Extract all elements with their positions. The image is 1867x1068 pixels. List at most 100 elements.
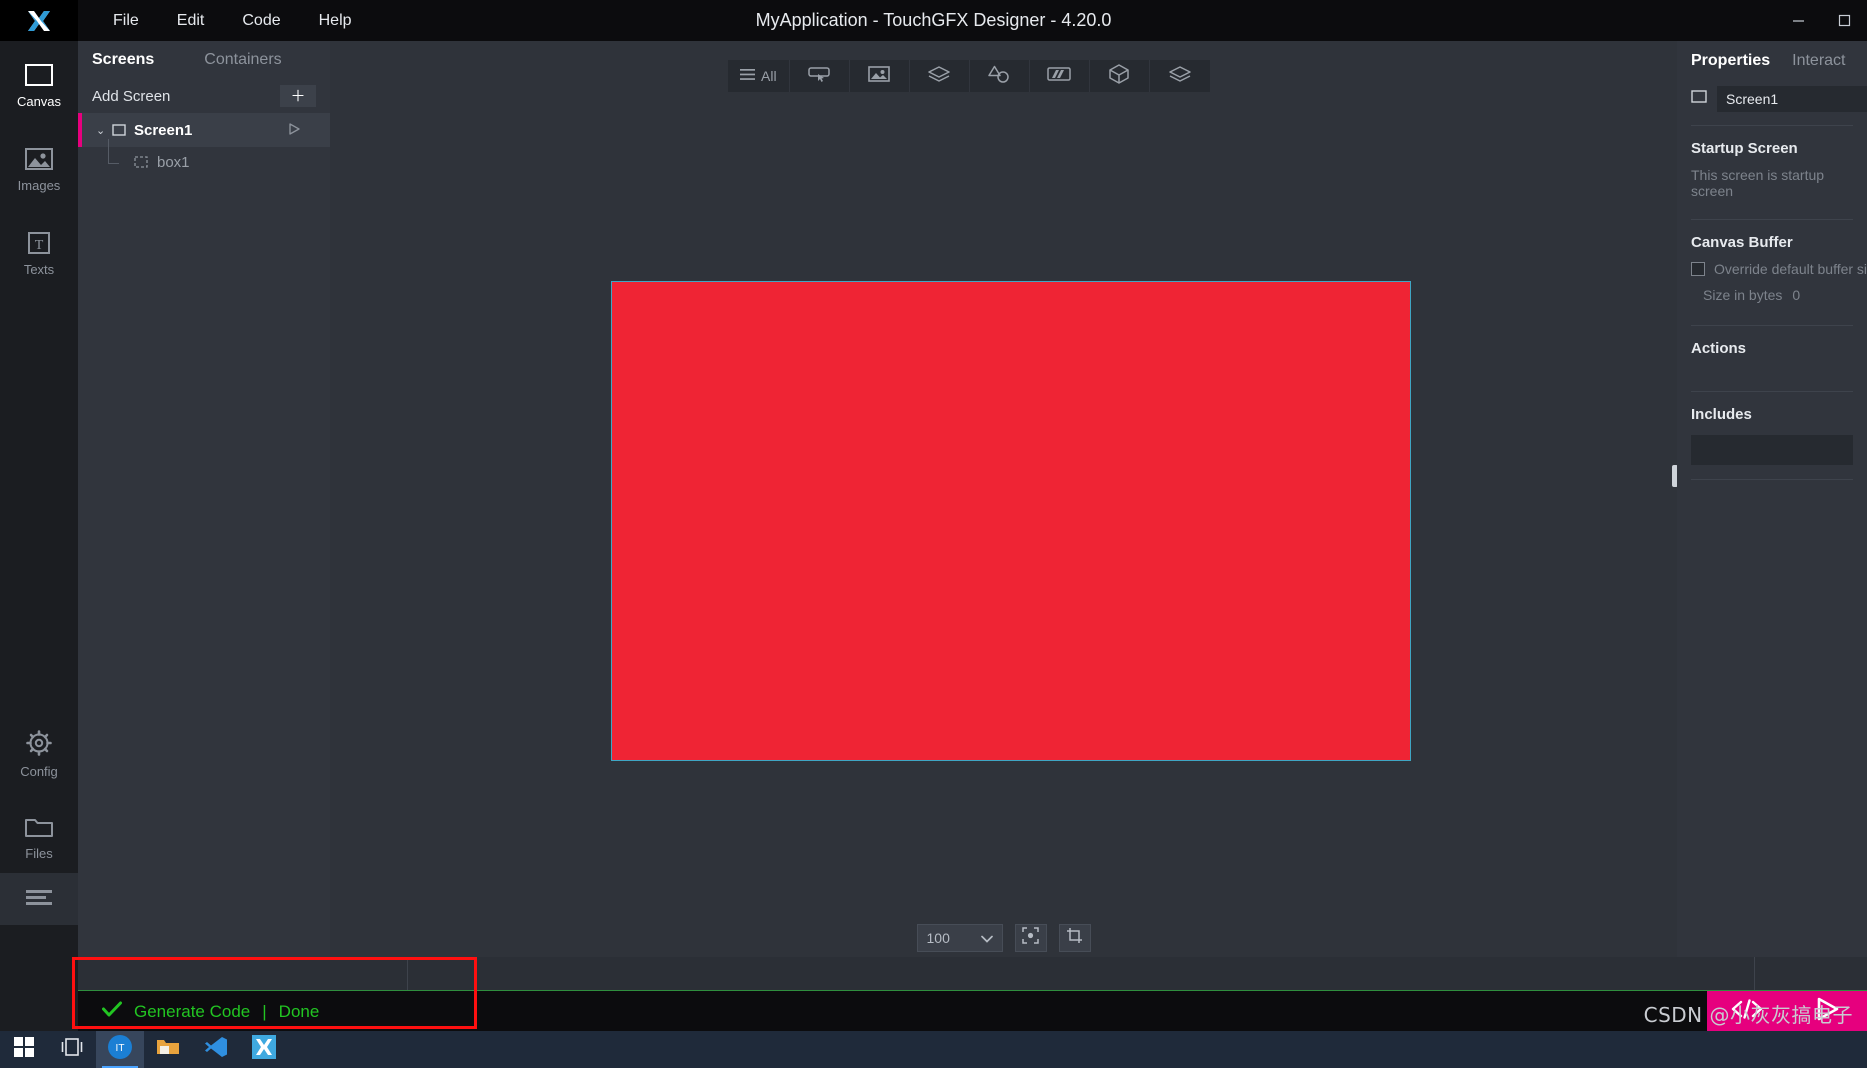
tab-interactions[interactable]: Interact [1792,52,1845,70]
size-in-bytes-row: Size in bytes 0 [1677,277,1867,317]
crop-icon [1066,927,1083,949]
tree-node-label: Screen1 [134,121,193,139]
override-buffer-label: Override default buffer size [1714,261,1867,277]
screens-tree-panel: Screens Containers Add Screen ＋ ⌄ Screen… [78,41,330,990]
cube-3d-icon [1109,63,1129,89]
rail-hamburger-button[interactable] [0,873,78,925]
task-view-button[interactable] [48,1031,96,1068]
crop-button[interactable] [1058,924,1091,952]
chevron-down-icon[interactable]: ⌄ [96,124,112,137]
tree-child-label: box1 [157,153,190,171]
taskbar-item-vscode[interactable] [192,1031,240,1068]
tree-tabs: Screens Containers [78,41,330,79]
svg-text:IT: IT [116,1043,125,1054]
taskbar-item-it[interactable]: IT [96,1031,144,1068]
menu-item-help[interactable]: Help [300,0,371,41]
strip-segment-right [408,957,1755,990]
canvas-area: All 100 [330,41,1678,990]
sidebar-item-canvas[interactable]: Canvas [0,47,78,125]
file-explorer-icon [156,1037,180,1062]
shapes-icon [988,65,1010,88]
zoom-level-select[interactable]: 100 [916,924,1003,952]
hamburger-all-icon [740,67,755,85]
taskbar-item-file-explorer[interactable] [144,1031,192,1068]
image-widget-icon [868,65,890,88]
sidebar-label-config: Config [20,764,58,779]
maximize-button[interactable] [1821,0,1867,41]
tab-screens[interactable]: Screens [92,51,154,69]
includes-input[interactable] [1691,435,1853,465]
widget-toolbar: All [728,60,1210,92]
toolbar-button-widgets[interactable] [790,60,850,92]
size-in-bytes-value: 0 [1792,287,1801,303]
section-title-canvas-buffer: Canvas Buffer [1691,234,1793,251]
vscode-icon [204,1036,228,1063]
windows-taskbar: IT [0,1031,1867,1068]
override-buffer-checkbox[interactable] [1691,262,1705,276]
sidebar-item-images[interactable]: Images [0,131,78,209]
hamburger-menu-icon [26,889,52,910]
status-separator: | [262,1001,267,1021]
section-title-includes: Includes [1691,406,1752,423]
toolbar-button-custom[interactable] [1150,60,1210,92]
properties-panel: Properties Interact Startup Screen This … [1677,41,1867,990]
container-layers-icon [928,65,950,88]
override-buffer-row[interactable]: Override default buffer size [1677,251,1867,277]
fit-to-screen-button[interactable] [1014,924,1047,952]
sidebar-label-canvas: Canvas [16,94,62,109]
canvas-zoom-bar: 100 [330,924,1677,952]
taskbar-item-touchgfx[interactable] [240,1031,288,1068]
toolbar-button-containers[interactable] [910,60,970,92]
toolbar-button-images[interactable] [850,60,910,92]
sidebar-item-files[interactable]: Files [0,799,78,877]
status-bar: Generate Code | Done [78,990,1867,1032]
minimize-button[interactable] [1775,0,1821,41]
toolbar-button-3d[interactable] [1090,60,1150,92]
sidebar-label-texts: Texts [23,262,55,277]
strip-segment-left [78,957,408,990]
box-dashed-icon [134,156,148,168]
divider [1691,479,1853,480]
canvas-rect-icon [24,63,54,87]
size-in-bytes-label: Size in bytes [1703,287,1783,303]
add-screen-row: Add Screen ＋ [78,79,330,113]
device-canvas[interactable] [611,281,1411,761]
sidebar-item-config[interactable]: Config [0,715,78,793]
sidebar-label-images: Images [17,178,61,193]
gear-icon [25,729,53,757]
tree-node-box1[interactable]: box1 [78,139,330,177]
zoom-level-value: 100 [926,930,950,946]
left-rail-bottom: Config Files [0,709,78,877]
left-rail: Canvas Images T Texts Config Files [0,41,78,1068]
tab-containers[interactable]: Containers [204,51,281,69]
checkmark-icon [102,1001,122,1022]
menu-item-code[interactable]: Code [223,0,299,41]
title-bar: File Edit Code Help MyApplication - Touc… [0,0,1867,41]
toolbar-label-all: All [761,68,777,84]
menu-item-edit[interactable]: Edit [158,0,224,41]
svg-text:T: T [35,238,44,253]
menu-bar: File Edit Code Help [94,0,371,41]
toolbar-button-all[interactable]: All [728,60,790,92]
chevron-down-icon [980,930,993,946]
properties-tabs: Properties Interact [1677,41,1867,81]
windows-start-icon [14,1037,34,1062]
text-t-icon: T [24,231,54,255]
sidebar-label-files: Files [25,846,53,861]
toolbar-button-shapes[interactable] [970,60,1030,92]
tab-properties[interactable]: Properties [1691,52,1770,70]
widget-name-row [1677,81,1867,117]
custom-layers-icon [1168,65,1191,88]
add-screen-button[interactable]: ＋ [280,85,316,107]
play-triangle-icon[interactable] [288,122,300,139]
add-screen-label: Add Screen [92,87,171,105]
toolbar-button-progress[interactable] [1030,60,1090,92]
screen-rect-icon [1691,90,1707,108]
progress-gauge-icon [1047,66,1071,87]
sidebar-item-texts[interactable]: T Texts [0,215,78,293]
touchgfx-x-icon [252,1035,276,1064]
menu-item-file[interactable]: File [94,0,158,41]
windows-start-button[interactable] [0,1031,48,1068]
widget-name-input[interactable] [1717,86,1867,112]
folder-icon [24,815,54,839]
